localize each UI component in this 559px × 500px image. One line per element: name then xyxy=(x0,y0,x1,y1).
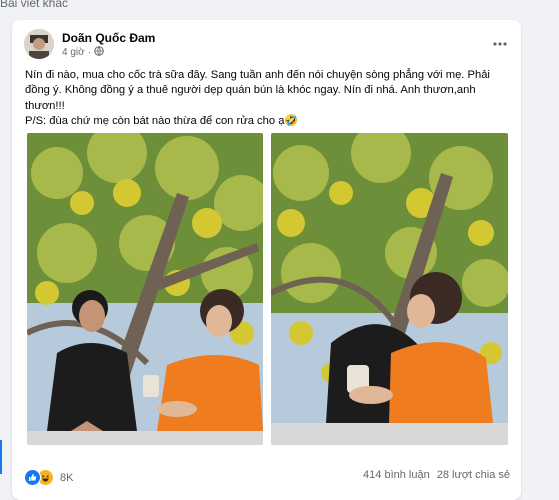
post-time[interactable]: 4 giờ xyxy=(62,47,85,58)
post-text-line: P/S: đùa chứ mẹ còn bát nào thừa để con … xyxy=(25,115,299,128)
meta-separator: · xyxy=(87,47,92,58)
comment-count[interactable]: 414 bình luận xyxy=(363,469,430,481)
post-text-line: đồng ý. Không đồng ý a thuê người dẹp qu… xyxy=(25,84,476,97)
more-options-button[interactable] xyxy=(487,29,513,55)
post-photo-2[interactable] xyxy=(271,133,508,445)
post-header: Doãn Quốc Đam 4 giờ · xyxy=(24,29,509,69)
focus-indicator xyxy=(0,440,2,474)
reactions-summary[interactable]: 8K xyxy=(24,469,73,486)
section-title: Bài viết khác xyxy=(0,0,69,10)
post-photo-1[interactable] xyxy=(27,133,263,445)
post-meta: 4 giờ · xyxy=(62,46,104,59)
globe-icon xyxy=(94,46,104,59)
post-text-line: Nín đi nào, mua cho cốc trà sữa đây. San… xyxy=(25,69,490,81)
post-text: Nín đi nào, mua cho cốc trà sữa đây. San… xyxy=(25,68,505,130)
post-card: Doãn Quốc Đam 4 giờ · Nín đi nào, mua ch… xyxy=(12,20,521,500)
share-count[interactable]: 28 lượt chia sẻ xyxy=(437,469,510,481)
more-horizontal-icon xyxy=(493,33,507,51)
avatar[interactable] xyxy=(24,29,54,59)
post-stats: 8K 414 bình luận 28 lượt chia sẻ xyxy=(24,467,510,487)
post-text-line: thươn!!! xyxy=(25,99,65,112)
like-icon xyxy=(24,469,41,486)
author-name[interactable]: Doãn Quốc Đam xyxy=(62,31,155,45)
reaction-count: 8K xyxy=(60,471,74,484)
